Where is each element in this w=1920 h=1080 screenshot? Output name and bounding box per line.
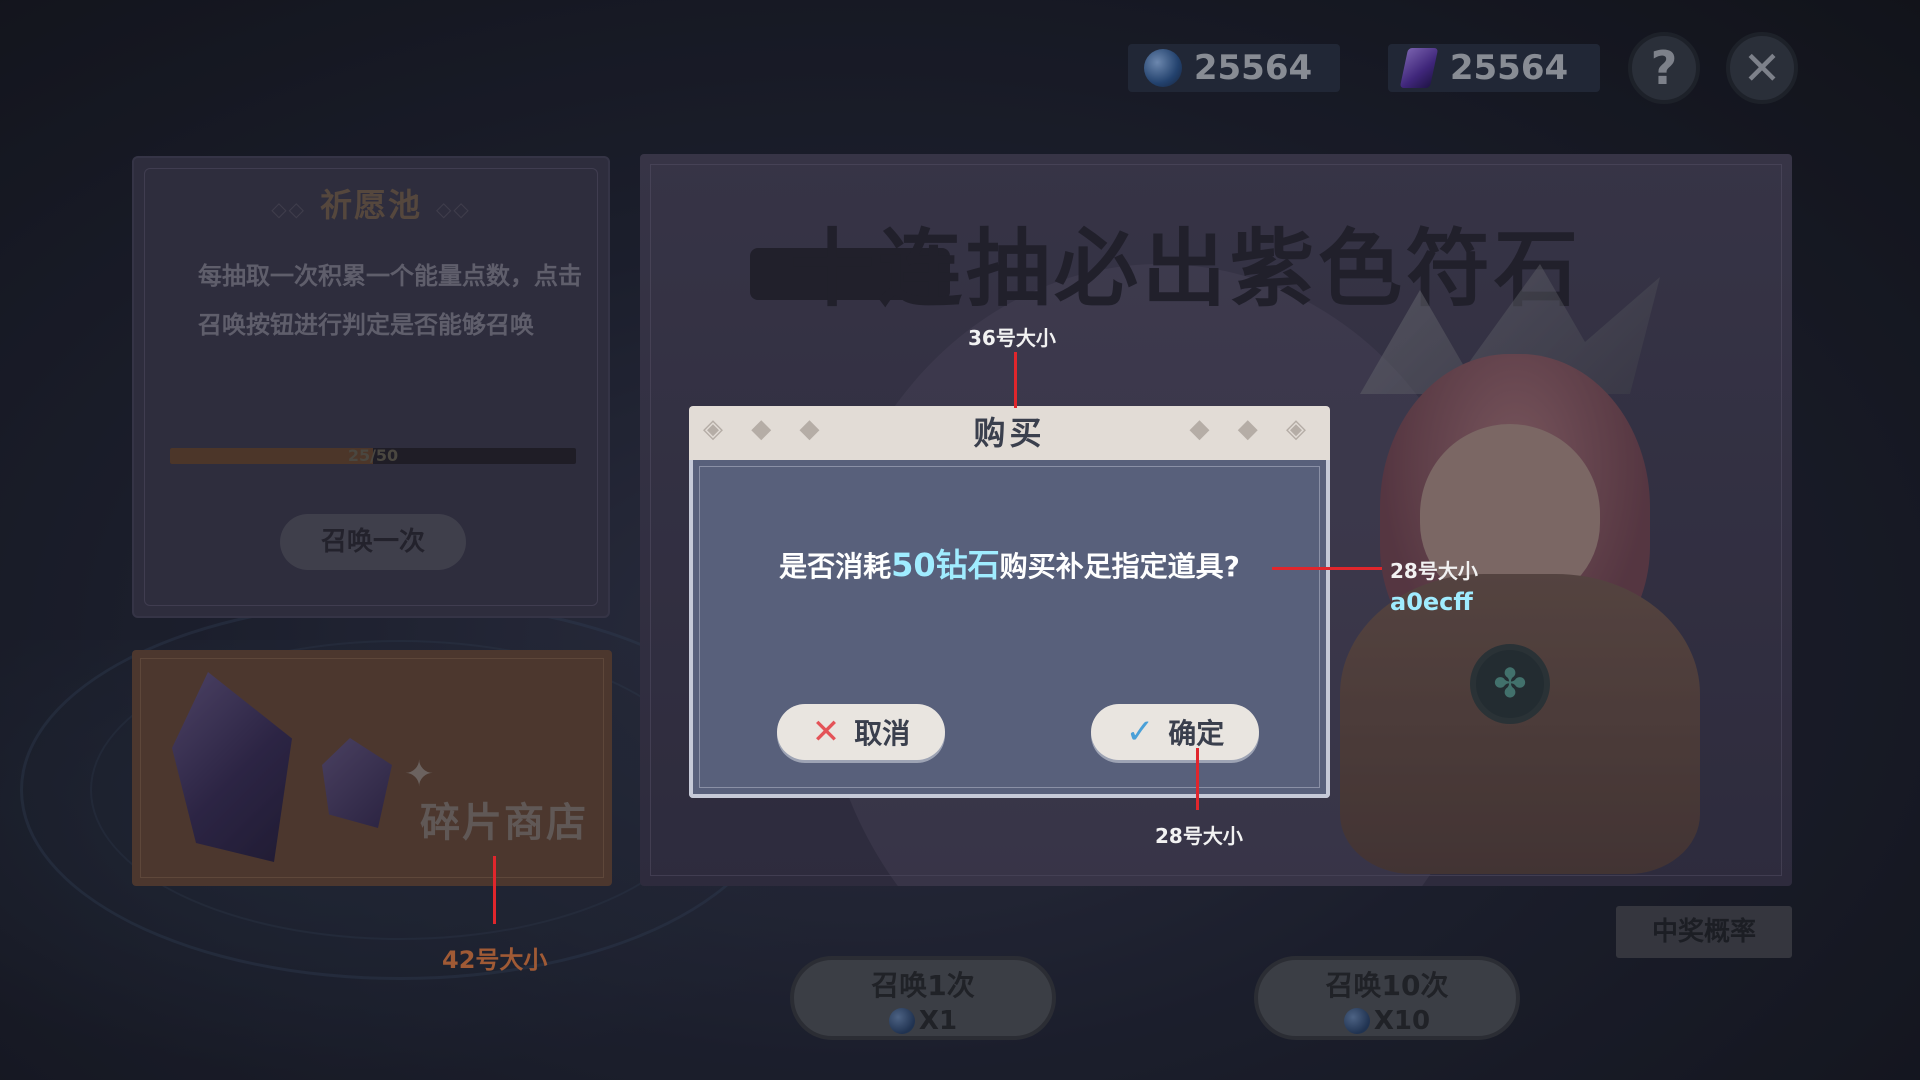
message-suffix: 购买补足指定道具? (999, 550, 1240, 583)
dialog-header: ◈ ◆ ◆ 购买 ◆ ◆ ◈ (689, 406, 1330, 460)
check-icon: ✓ (1125, 712, 1155, 752)
header-ornament-right-icon: ◆ ◆ ◈ (1189, 414, 1316, 444)
confirm-button[interactable]: ✓ 确定 (1091, 704, 1259, 760)
annotation-btn-size: 28号大小 (1155, 824, 1243, 848)
purchase-dialog: ◈ ◆ ◆ 购买 ◆ ◆ ◈ 是否消耗50钻石购买补足指定道具? ✕ 取消 ✓ … (689, 406, 1330, 798)
annotation-line (1014, 352, 1017, 408)
annotation-msg-color: a0ecff (1390, 588, 1473, 616)
annotation-shop-size: 42号大小 (442, 946, 548, 974)
cross-icon: ✕ (811, 712, 841, 752)
annotation-msg-size: 28号大小 (1390, 559, 1478, 583)
cancel-label: 取消 (854, 717, 911, 750)
dialog-message: 是否消耗50钻石购买补足指定道具? (693, 540, 1326, 586)
annotation-title-size: 36号大小 (968, 326, 1056, 350)
annotation-line (1272, 567, 1382, 570)
message-prefix: 是否消耗 (779, 550, 892, 583)
annotation-line (493, 856, 496, 924)
header-ornament-left-icon: ◈ ◆ ◆ (703, 414, 830, 444)
cancel-button[interactable]: ✕ 取消 (777, 704, 945, 760)
dialog-body: 是否消耗50钻石购买补足指定道具? ✕ 取消 ✓ 确定 (689, 460, 1330, 798)
dialog-title: 购买 (973, 414, 1046, 452)
message-highlight: 50钻石 (891, 546, 1000, 584)
annotation-line (1196, 748, 1199, 810)
confirm-label: 确定 (1168, 717, 1225, 750)
